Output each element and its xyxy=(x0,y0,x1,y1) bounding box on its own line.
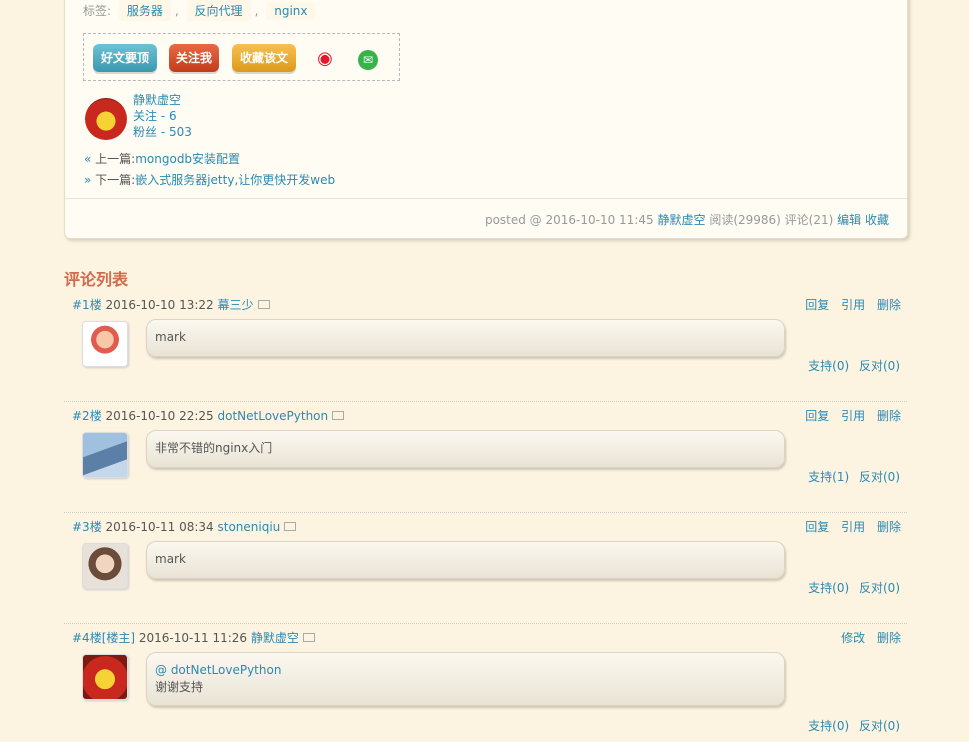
comment-time: 2016-10-10 22:25 xyxy=(105,409,214,423)
comment-user-link[interactable]: dotNetLovePython xyxy=(218,409,329,423)
quote-link[interactable]: 引用 xyxy=(841,298,865,312)
avatar[interactable] xyxy=(82,654,128,700)
comment-body: 非常不错的nginx入门 xyxy=(146,430,785,468)
follow-button[interactable]: 关注我 xyxy=(169,44,219,72)
comment-item: #4楼[楼主] 2016-10-11 11:26 静默虚空 修改 删除 @ do… xyxy=(64,623,907,734)
avatar[interactable] xyxy=(82,321,128,367)
post-navigation: « 上一篇:mongodb安装配置 » 下一篇:嵌入式服务器jetty,让你更快… xyxy=(84,149,335,191)
next-label: 下一篇: xyxy=(95,173,136,187)
support-link[interactable]: 支持(0) xyxy=(808,359,849,373)
weibo-icon[interactable]: ◉ xyxy=(313,47,337,71)
comment-body: mark xyxy=(146,541,785,579)
edit-comment-link[interactable]: 修改 xyxy=(841,631,865,645)
avatar[interactable] xyxy=(85,98,127,140)
tag-separator: , xyxy=(254,4,259,18)
footer-author-link[interactable]: 静默虚空 xyxy=(657,213,705,227)
comment-time: 2016-10-10 13:22 xyxy=(105,298,214,312)
prev-arrow-icon: « xyxy=(84,152,92,166)
next-post-link[interactable]: 嵌入式服务器jetty,让你更快开发web xyxy=(135,173,335,187)
comment-text: mark xyxy=(155,330,186,344)
prev-label: 上一篇: xyxy=(95,152,136,166)
author-fans[interactable]: 粉丝 - 503 xyxy=(133,124,253,140)
comment-text: mark xyxy=(155,552,186,566)
avatar[interactable] xyxy=(82,432,128,478)
comment-text: 非常不错的nginx入门 xyxy=(155,441,273,455)
tag-link[interactable]: 服务器 xyxy=(118,0,171,21)
comment-time: 2016-10-11 11:26 xyxy=(138,631,248,645)
quote-link[interactable]: 引用 xyxy=(841,520,865,534)
comment-user-link[interactable]: stoneniqiu xyxy=(218,520,281,534)
comment-item: #3楼 2016-10-11 08:34 stoneniqiu 回复 引用 删除… xyxy=(64,512,907,624)
prev-post-link[interactable]: mongodb安装配置 xyxy=(135,152,240,166)
reply-link[interactable]: 回复 xyxy=(805,520,829,534)
favorite-button[interactable]: 收藏该文 xyxy=(232,44,296,72)
tag-link[interactable]: 反向代理 xyxy=(186,0,251,21)
comment-item: #1楼 2016-10-10 13:22 幕三少 回复 引用 删除 mark 支… xyxy=(64,290,907,402)
wechat-icon[interactable]: ✉ xyxy=(356,47,380,71)
oppose-link[interactable]: 反对(0) xyxy=(859,719,900,733)
delete-link[interactable]: 删除 xyxy=(877,298,901,312)
recommend-button[interactable]: 好文要顶 xyxy=(93,44,157,72)
reply-link[interactable]: 回复 xyxy=(805,409,829,423)
comment-user-link[interactable]: 静默虚空 xyxy=(251,631,299,645)
posted-date: posted @ 2016-10-10 11:45 xyxy=(484,213,654,227)
comments-title: 评论列表 xyxy=(64,270,129,289)
tag-link[interactable]: nginx xyxy=(266,2,316,20)
oppose-link[interactable]: 反对(0) xyxy=(859,470,900,484)
author-name-link[interactable]: 静默虚空 xyxy=(133,92,253,108)
comment-text: 谢谢支持 xyxy=(155,680,204,694)
comment-floor[interactable]: #3楼 xyxy=(72,520,102,534)
oppose-link[interactable]: 反对(0) xyxy=(859,581,900,595)
support-link[interactable]: 支持(1) xyxy=(808,470,849,484)
tag-separator: , xyxy=(174,4,179,18)
support-link[interactable]: 支持(0) xyxy=(808,581,849,595)
tag-list: 标签: 服务器, 反向代理, nginx xyxy=(83,0,319,21)
comment-floor[interactable]: #4楼[楼主] xyxy=(72,631,135,645)
author-following[interactable]: 关注 - 6 xyxy=(133,108,253,124)
post-card: 标签: 服务器, 反向代理, nginx 好文要顶 关注我 收藏该文 ◉ ✉ 静… xyxy=(64,0,908,239)
post-stats: 阅读(29986) 评论(21) xyxy=(709,213,834,227)
edit-link[interactable]: 编辑 xyxy=(837,213,861,227)
comment-user-link[interactable]: 幕三少 xyxy=(218,298,254,312)
delete-link[interactable]: 删除 xyxy=(877,520,901,534)
comment-body: mark xyxy=(146,319,785,357)
mail-icon[interactable] xyxy=(302,633,315,642)
reply-link[interactable]: 回复 xyxy=(805,298,829,312)
comment-item: #2楼 2016-10-10 22:25 dotNetLovePython 回复… xyxy=(64,401,907,513)
support-link[interactable]: 支持(0) xyxy=(808,719,849,733)
mail-icon[interactable] xyxy=(332,411,345,420)
next-arrow-icon: » xyxy=(84,173,92,187)
tags-label: 标签: xyxy=(83,4,112,18)
comment-mention[interactable]: @ dotNetLovePython xyxy=(155,662,784,679)
comment-floor[interactable]: #1楼 xyxy=(72,298,102,312)
quote-link[interactable]: 引用 xyxy=(841,409,865,423)
mail-icon[interactable] xyxy=(284,522,297,531)
share-box: 好文要顶 关注我 收藏该文 ◉ ✉ xyxy=(83,33,400,81)
oppose-link[interactable]: 反对(0) xyxy=(859,359,900,373)
comment-body: @ dotNetLovePython 谢谢支持 xyxy=(146,652,785,706)
avatar[interactable] xyxy=(82,543,128,589)
comment-floor[interactable]: #2楼 xyxy=(72,409,102,423)
favorite-link[interactable]: 收藏 xyxy=(865,213,889,227)
mail-icon[interactable] xyxy=(257,300,270,309)
delete-link[interactable]: 删除 xyxy=(877,631,901,645)
comment-time: 2016-10-11 08:34 xyxy=(105,520,214,534)
delete-link[interactable]: 删除 xyxy=(877,409,901,423)
post-footer: posted @ 2016-10-10 11:45 静默虚空 阅读(29986)… xyxy=(65,198,907,239)
